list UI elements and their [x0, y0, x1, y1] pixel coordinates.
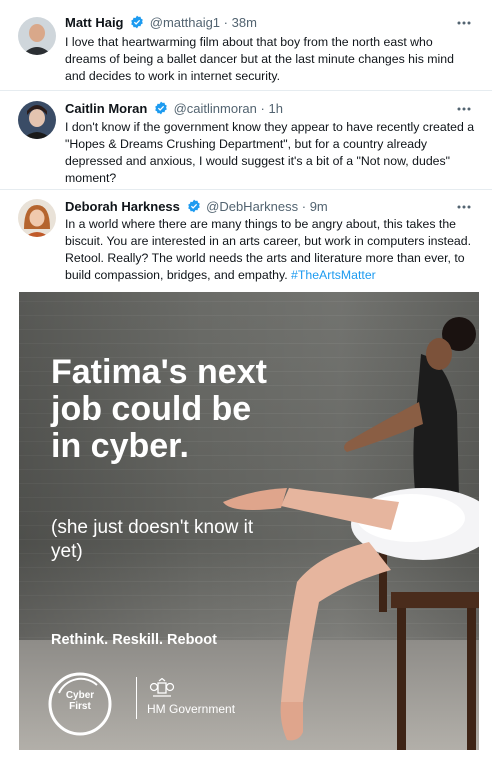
royal-crest-icon: [149, 678, 175, 697]
logo-separator: [136, 677, 137, 719]
tweet-text: I don't know if the government know they…: [65, 120, 475, 185]
tweet-image[interactable]: Fatima's next job could be in cyber. (sh…: [19, 292, 479, 750]
timestamp[interactable]: 9m: [310, 199, 328, 214]
more-options-icon[interactable]: [456, 204, 472, 210]
timestamp[interactable]: 1h: [268, 101, 282, 116]
separator: ·: [260, 101, 265, 116]
hashtag-link[interactable]: #TheArtsMatter: [291, 268, 376, 282]
ad-subline: (she just doesn't know it yet): [51, 517, 254, 562]
timestamp[interactable]: 38m: [232, 15, 257, 30]
tweet-text: In a world where there are many things t…: [65, 216, 475, 284]
more-options-icon[interactable]: [456, 20, 472, 26]
display-name[interactable]: Matt Haig: [65, 15, 124, 30]
tweet-text-content: In a world where there are many things t…: [65, 217, 472, 282]
logo-line-2: First: [69, 701, 91, 712]
tweet-header: Caitlin Moran @caitlinmoran · 1h: [65, 100, 476, 118]
logo-line-1: Cyber: [65, 690, 95, 701]
divider: [0, 90, 492, 91]
separator: ·: [223, 15, 229, 30]
avatar[interactable]: [18, 17, 56, 55]
display-name[interactable]: Caitlin Moran: [65, 101, 147, 116]
tweet-header: Deborah Harkness @DebHarkness · 9m: [65, 198, 476, 216]
avatar[interactable]: [18, 101, 56, 139]
avatar[interactable]: [18, 199, 56, 237]
cyberfirst-logo-text: Cyber First: [47, 690, 113, 712]
ad-tagline: Rethink. Reskill. Reboot: [51, 632, 217, 648]
user-handle[interactable]: @DebHarkness: [206, 199, 298, 214]
tweet-text: I love that heartwarming film about that…: [65, 35, 454, 83]
user-handle[interactable]: @caitlinmoran: [174, 101, 257, 116]
verified-badge-icon: [187, 199, 200, 213]
ad-headline: Fatima's next job could be in cyber.: [51, 353, 267, 465]
more-options-icon[interactable]: [456, 106, 472, 112]
verified-badge-icon: [155, 101, 167, 115]
verified-badge-icon: [131, 15, 143, 29]
display-name[interactable]: Deborah Harkness: [65, 199, 180, 214]
user-handle[interactable]: @matthaig1: [150, 15, 220, 30]
hm-government-label: HM Government: [147, 702, 236, 716]
tweet-header: Matt Haig @matthaig1 · 38m: [65, 14, 476, 32]
divider: [0, 189, 492, 190]
separator: ·: [301, 199, 307, 214]
